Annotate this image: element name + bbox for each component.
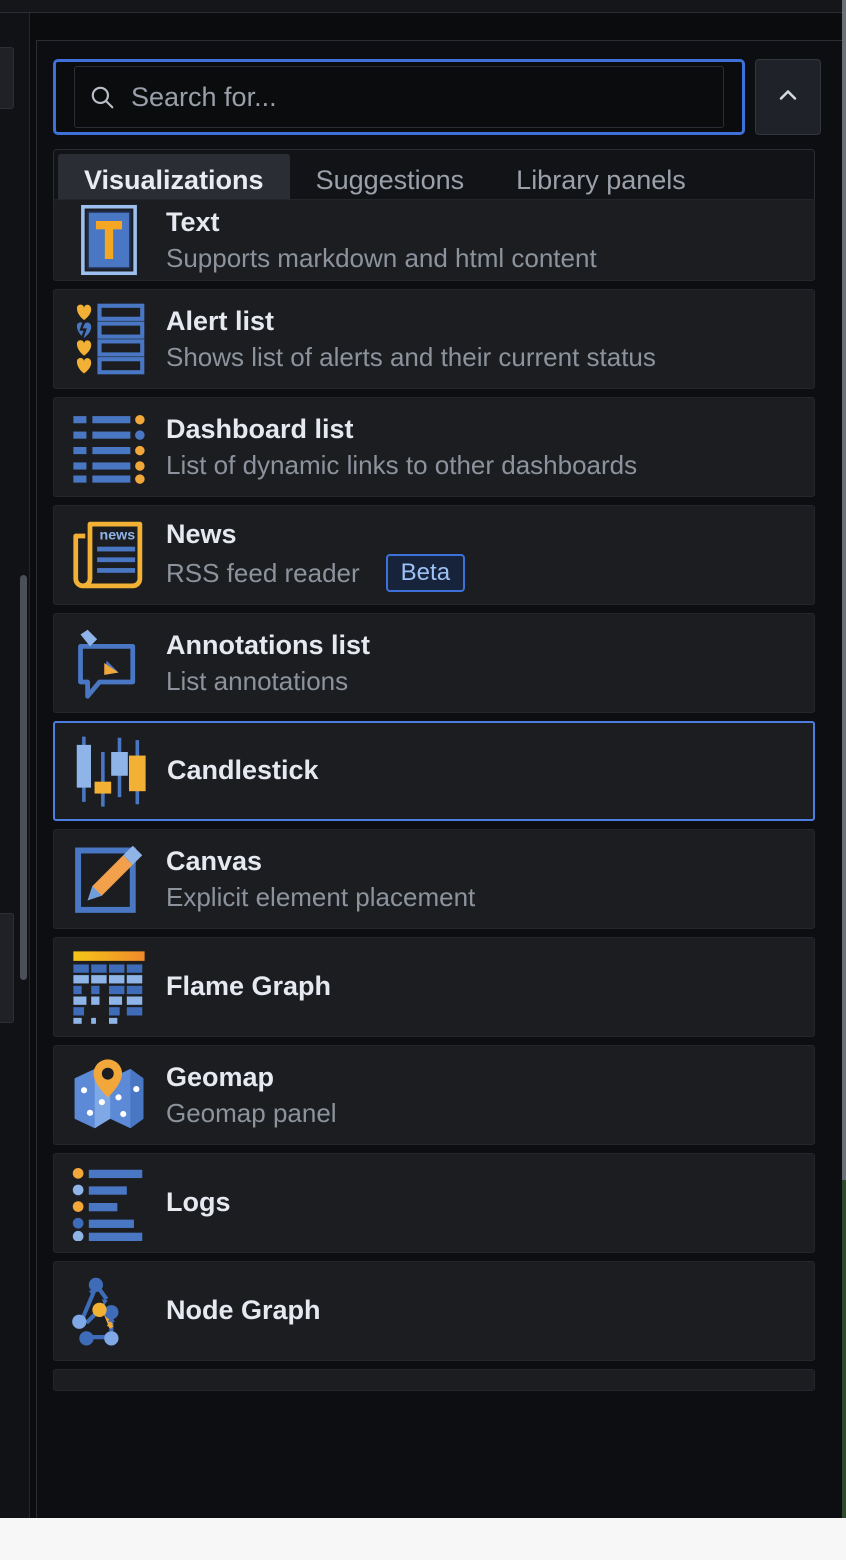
alert-list-icon (70, 300, 148, 378)
news-icon: news (70, 516, 148, 594)
page-scrollbar-thumb[interactable] (20, 575, 27, 980)
search-row (53, 59, 821, 135)
dashboard-list-icon (70, 408, 148, 486)
chevron-up-icon (774, 81, 802, 114)
geomap-icon (70, 1056, 148, 1134)
list-item-description: RSS feed reader (166, 557, 360, 588)
list-item-texts: Dashboard list List of dynamic links to … (166, 413, 637, 481)
annotations-list-icon (70, 624, 148, 702)
list-item-texts: Flame Graph (166, 970, 331, 1004)
list-item-description: List of dynamic links to other dashboard… (166, 449, 638, 480)
list-item-text[interactable]: Text Supports markdown and html content (53, 199, 815, 281)
flame-graph-icon (70, 948, 148, 1026)
list-item-title: Geomap (166, 1061, 275, 1092)
visualization-picker-panel: Visualizations Suggestions Library panel… (36, 40, 842, 1518)
list-item-title: Logs (166, 1187, 231, 1218)
bottom-overlay (0, 1518, 846, 1560)
list-item-texts: Alert list Shows list of alerts and thei… (166, 305, 656, 373)
page-scrollbar[interactable] (20, 575, 27, 980)
list-item-logs[interactable]: Logs (53, 1153, 815, 1253)
list-item-canvas[interactable]: Canvas Explicit element placement (53, 829, 815, 929)
list-item-texts: Text Supports markdown and html content (166, 206, 597, 274)
canvas-icon (70, 840, 148, 918)
search-box[interactable] (53, 59, 745, 135)
list-item-title: Node Graph (166, 1295, 321, 1326)
list-item-geomap[interactable]: Geomap Geomap panel (53, 1045, 815, 1145)
collapse-picker-button[interactable] (755, 59, 821, 135)
app-screen: Visualizations Suggestions Library panel… (0, 0, 846, 1560)
svg-text:news: news (100, 528, 136, 544)
search-input[interactable] (131, 81, 723, 113)
list-item-flame-graph[interactable]: Flame Graph (53, 937, 815, 1037)
text-panel-icon (70, 201, 148, 279)
list-item-annotations-list[interactable]: Annotations list List annotations (53, 613, 815, 713)
list-item-texts: Candlestick (167, 754, 319, 788)
list-item-texts: Annotations list List annotations (166, 629, 370, 697)
list-item-news[interactable]: news News RSS feed reader Beta (53, 505, 815, 605)
list-item-texts: News RSS feed reader Beta (166, 518, 466, 593)
rail-tab-upper[interactable] (0, 47, 14, 109)
list-item-next-partial[interactable] (53, 1369, 815, 1391)
list-item-texts: Node Graph (166, 1294, 321, 1328)
candlestick-icon (71, 732, 149, 810)
list-item-title: Annotations list (166, 629, 370, 660)
list-item-texts: Canvas Explicit element placement (166, 845, 475, 913)
list-item-description: Geomap panel (166, 1097, 337, 1128)
list-item-description: Supports markdown and html content (166, 242, 597, 273)
list-item-alert-list[interactable]: Alert list Shows list of alerts and thei… (53, 289, 815, 389)
list-item-dashboard-list[interactable]: Dashboard list List of dynamic links to … (53, 397, 815, 497)
list-item-title: Alert list (166, 305, 275, 336)
list-item-desc-row: RSS feed reader Beta (166, 553, 466, 593)
list-item-title: Candlestick (167, 755, 319, 786)
list-item-title: Canvas (166, 845, 263, 876)
list-item-texts: Logs (166, 1186, 231, 1220)
list-item-title: Dashboard list (166, 413, 354, 444)
logs-icon (70, 1164, 148, 1242)
list-item-description: Shows list of alerts and their current s… (166, 341, 656, 372)
visualization-list[interactable]: Text Supports markdown and html content (53, 199, 815, 1507)
list-item-title: News (166, 518, 237, 549)
list-item-title: Text (166, 206, 220, 237)
list-item-node-graph[interactable]: Node Graph (53, 1261, 815, 1361)
rail-tab-lower[interactable] (0, 913, 14, 1023)
node-graph-icon (70, 1272, 148, 1350)
search-inner (74, 66, 724, 128)
list-item-title: Flame Graph (166, 971, 332, 1002)
list-item-description: Explicit element placement (166, 881, 476, 912)
window-top-strip (0, 0, 846, 13)
list-item-candlestick[interactable]: Candlestick (53, 721, 815, 821)
list-item-description: List annotations (166, 665, 349, 696)
status-badge-beta: Beta (385, 553, 466, 593)
list-item-texts: Geomap Geomap panel (166, 1061, 337, 1129)
right-edge-accent (842, 1180, 846, 1520)
search-icon (89, 84, 115, 110)
